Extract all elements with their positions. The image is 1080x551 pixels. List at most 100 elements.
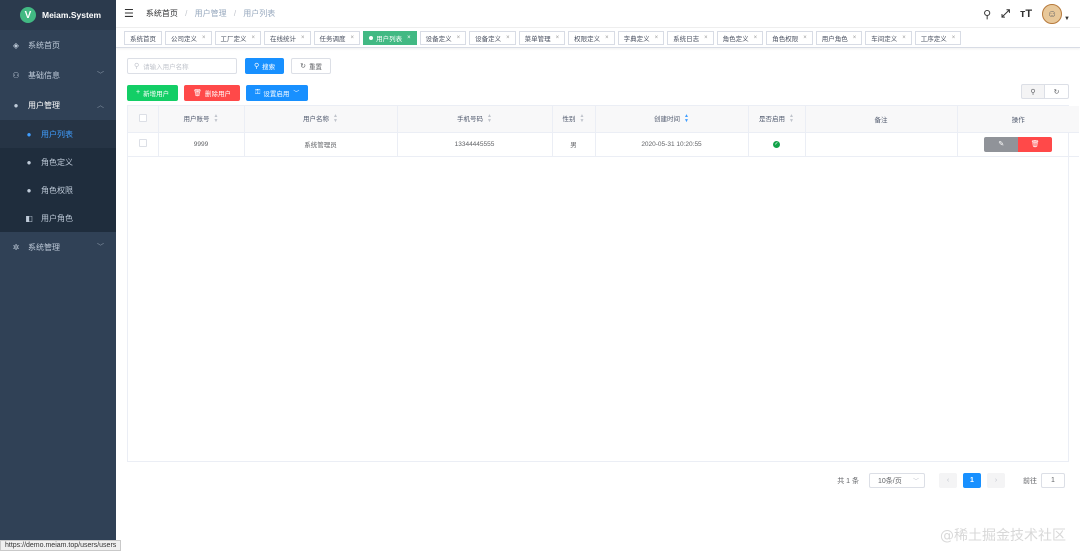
sidebar-item-role-definition[interactable]: ● 角色定义 (0, 148, 116, 176)
tag-item[interactable]: 角色权限 × (766, 30, 813, 45)
tag-item[interactable]: 车间定义 × (865, 30, 912, 45)
refresh-icon[interactable]: ↻ (1045, 84, 1069, 99)
tag-item[interactable]: 任务调度 × (313, 30, 361, 45)
search-input[interactable]: ⚲ 请输入用户名称 (127, 57, 237, 74)
table-row[interactable]: 9999 系统管理员 13344445555 男 2020-05-31 10:2… (128, 132, 1079, 157)
tag-item[interactable]: 系统日志 × (667, 30, 714, 45)
close-icon[interactable]: × (202, 35, 206, 41)
delete-button[interactable]: 🗑 (1018, 136, 1053, 152)
avatar[interactable]: ☺ (1042, 4, 1063, 24)
check-circle-icon: ✓ (773, 140, 780, 148)
close-icon[interactable]: × (457, 35, 461, 41)
add-user-label: 新增用户 (143, 90, 170, 98)
column-header[interactable]: 性别 ▲ ▼ (552, 106, 596, 133)
tag-item[interactable]: 设备定义 × (469, 30, 516, 45)
sidebar-item-user-list[interactable]: ● 用户列表 (0, 120, 116, 148)
search-button[interactable]: ⚲ 搜索 (245, 57, 285, 74)
toggle-search-icon[interactable]: ⚲ (1021, 84, 1045, 99)
tag-item[interactable]: 菜单管理 × (518, 30, 566, 45)
column-header: 操作 (957, 106, 1079, 133)
close-icon[interactable]: × (902, 35, 906, 41)
close-icon[interactable]: × (952, 35, 956, 41)
page-size-value: 10条/页 (878, 477, 902, 485)
tag-label: 设备定义 (425, 35, 452, 43)
tag-item[interactable]: 工厂定义 × (214, 30, 262, 45)
close-icon[interactable]: × (655, 35, 659, 41)
tag-item[interactable]: 用户列表 × (363, 30, 417, 45)
tag-label: 车间定义 (871, 35, 898, 43)
edit-button[interactable]: ✎ (984, 136, 1019, 152)
cell-operations: ✎ 🗑 (957, 132, 1079, 157)
logo[interactable]: V Meiam.System (0, 0, 116, 30)
column-header[interactable]: 创建时间 ▲ ▼ (595, 106, 749, 133)
tag-label: 角色权限 (772, 35, 799, 43)
breadcrumb-separator: / (233, 9, 237, 18)
prev-page-button[interactable]: ‹ (939, 473, 957, 488)
close-icon[interactable]: × (754, 35, 758, 41)
table-tools: ⚲ ↻ (1021, 84, 1069, 99)
hamburger-icon[interactable]: ☰ (124, 7, 134, 20)
font-size-icon[interactable]: ᴛT (1020, 8, 1032, 20)
tag-item[interactable]: 系统首页 (124, 30, 162, 45)
column-header[interactable]: 是否启用 ▲ ▼ (748, 106, 806, 133)
cell-account: 9999 (158, 132, 245, 157)
tag-item[interactable]: 公司定义 × (165, 30, 212, 45)
close-icon[interactable]: × (407, 35, 411, 41)
tag-item[interactable]: 权限定义 × (568, 30, 615, 45)
tag-item[interactable]: 在线统计 × (264, 30, 311, 45)
sidebar-item-label: 角色定义 (41, 157, 73, 167)
add-user-button[interactable]: + 新增用户 (127, 84, 179, 101)
sidebar-item-label: 系统首页 (28, 40, 60, 50)
plus-icon: + (136, 89, 141, 96)
trash-icon: 🗑 (193, 89, 202, 97)
column-header[interactable]: 用户账号 ▲ ▼ (158, 106, 245, 133)
breadcrumb-separator: / (185, 9, 188, 18)
sidebar-item-user-management[interactable]: ● 用户管理 ︿ (0, 90, 116, 120)
gear-icon: ✲ (12, 242, 20, 252)
next-page-button[interactable]: › (987, 473, 1005, 488)
pagination: 共 1 条 10条/页 ﹀ ‹ 1 › 前往 1 (837, 473, 1069, 488)
close-icon[interactable]: × (704, 35, 708, 41)
column-header[interactable]: 用户名称 ▲ ▼ (244, 106, 398, 133)
select-all-checkbox[interactable] (128, 106, 159, 133)
edit-icon: ✎ (998, 141, 1005, 148)
sidebar-item-basic-info[interactable]: ⚇ 基础信息 ﹀ (0, 60, 116, 90)
close-icon[interactable]: × (605, 35, 609, 41)
tag-item[interactable]: 用户角色 × (815, 30, 863, 45)
close-icon[interactable]: × (853, 35, 857, 41)
user-submenu: ● 用户列表 ● 角色定义 ● 角色权限 ◧ 用户角色 (0, 120, 116, 232)
row-checkbox[interactable] (128, 132, 159, 157)
tag-item[interactable]: 设备定义 × (419, 30, 467, 45)
search-icon[interactable]: ⚲ (983, 8, 991, 21)
close-icon[interactable]: × (556, 35, 560, 41)
close-icon[interactable]: × (351, 35, 355, 41)
close-icon[interactable]: × (252, 35, 256, 41)
caret-down-icon[interactable]: ▼ (1064, 16, 1070, 22)
goto-input[interactable]: 1 (1041, 473, 1065, 488)
set-enabled-button[interactable]: ⚿ 设置启用 ﹀ (245, 84, 309, 101)
dashboard-icon: ◈ (12, 40, 20, 50)
close-icon[interactable]: × (506, 35, 510, 41)
breadcrumb-group: 用户管理 (194, 9, 227, 18)
page-number[interactable]: 1 (963, 473, 981, 488)
tag-item[interactable]: 字典定义 × (617, 30, 665, 45)
breadcrumb-home[interactable]: 系统首页 (146, 9, 178, 18)
delete-user-button[interactable]: 🗑 删除用户 (184, 84, 240, 101)
status-url: https://demo.meiam.top/users/users (0, 540, 122, 551)
sidebar-item-user-role[interactable]: ◧ 用户角色 (0, 204, 116, 232)
column-header[interactable]: 手机号码 ▲ ▼ (397, 106, 553, 133)
fullscreen-icon[interactable]: ⤢ (1001, 8, 1010, 21)
sidebar-item-home[interactable]: ◈ 系统首页 (0, 30, 116, 60)
chevron-down-icon: ﹀ (97, 244, 104, 251)
sidebar-item-system-management[interactable]: ✲ 系统管理 ﹀ (0, 232, 116, 262)
tag-item[interactable]: 角色定义 × (716, 30, 764, 45)
role-permission-icon: ● (26, 185, 32, 195)
cell-created: 2020-05-31 10:20:55 (595, 132, 749, 157)
sidebar-item-role-permission[interactable]: ● 角色权限 (0, 176, 116, 204)
close-icon[interactable]: × (301, 35, 305, 41)
reset-button[interactable]: ↻ 重置 (291, 57, 332, 74)
close-icon[interactable]: × (803, 35, 807, 41)
page-size-select[interactable]: 10条/页 ﹀ (869, 473, 925, 488)
main-area: ☰ 系统首页 / 用户管理 / 用户列表 ⚲ ⤢ ᴛT ☺ ▼ 系统首页 公司定义… (116, 0, 1080, 551)
tag-item[interactable]: 工序定义 × (914, 30, 962, 45)
